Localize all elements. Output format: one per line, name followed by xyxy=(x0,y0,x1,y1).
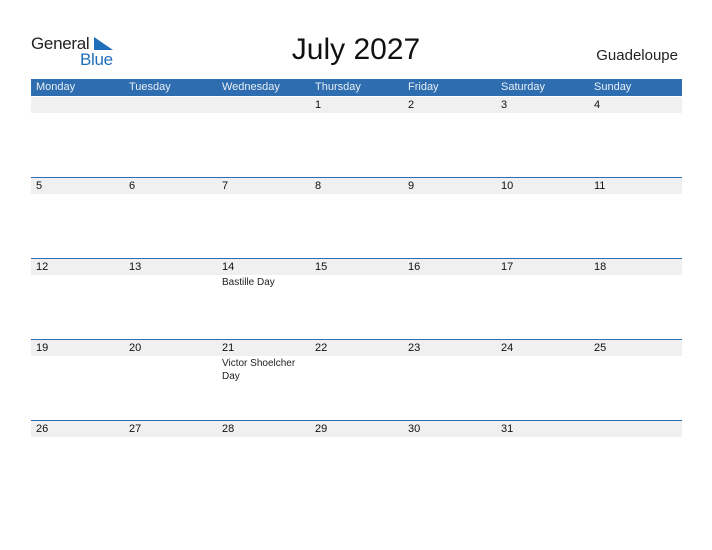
holiday-label xyxy=(217,113,310,114)
day-number: 6 xyxy=(129,180,136,192)
week-row: 1 2 3 4 xyxy=(31,97,682,114)
day-number: 11 xyxy=(594,180,606,192)
holiday-label xyxy=(496,194,589,195)
day-number: 17 xyxy=(501,261,514,273)
holiday-label xyxy=(310,194,403,195)
week-row: 19 20 21 22 23 24 25 Victor Shoelcher Day xyxy=(31,339,682,383)
holiday-label xyxy=(31,194,124,195)
holiday-label: Bastille Day xyxy=(222,277,275,288)
week-events xyxy=(31,113,682,114)
day-number xyxy=(124,97,217,113)
day-number: 1 xyxy=(315,99,322,111)
day-number: 23 xyxy=(408,342,421,354)
week-events: Bastille Day xyxy=(31,275,682,289)
weekday-wednesday: Wednesday xyxy=(222,81,280,93)
day-number: 24 xyxy=(501,342,514,354)
day-number: 14 xyxy=(222,261,235,273)
week-date-bar: 5 6 7 8 9 10 11 xyxy=(31,177,682,194)
day-number xyxy=(31,97,124,113)
week-row: 5 6 7 8 9 10 11 xyxy=(31,177,682,195)
day-number: 30 xyxy=(408,423,421,435)
weekday-saturday: Saturday xyxy=(501,81,546,93)
holiday-label xyxy=(310,356,403,383)
day-number: 13 xyxy=(129,261,142,273)
day-number: 22 xyxy=(315,342,328,354)
holiday-label xyxy=(31,275,124,289)
holiday-label xyxy=(589,437,682,438)
week-row: 12 13 14 15 16 17 18 Bastille Day xyxy=(31,258,682,289)
holiday-label xyxy=(31,356,124,383)
holiday-label xyxy=(310,113,403,114)
holiday-label xyxy=(124,194,217,195)
day-number: 19 xyxy=(36,342,49,354)
day-number: 15 xyxy=(315,261,328,273)
holiday-label xyxy=(124,356,217,383)
weekday-friday: Friday xyxy=(408,81,439,93)
day-number: 12 xyxy=(36,261,49,273)
day-number: 2 xyxy=(408,99,415,111)
holiday-label xyxy=(31,437,124,438)
holiday-label xyxy=(310,275,403,289)
week-date-bar: 1 2 3 4 xyxy=(31,97,682,113)
country-label: Guadeloupe xyxy=(596,47,678,64)
week-date-bar: 26 27 28 29 30 31 xyxy=(31,420,682,437)
holiday-label xyxy=(403,194,496,195)
holiday-label xyxy=(31,113,124,114)
day-number: 25 xyxy=(594,342,607,354)
day-number: 31 xyxy=(501,423,514,435)
holiday-label xyxy=(124,437,217,438)
weekday-monday: Monday xyxy=(36,81,76,93)
holiday-label xyxy=(403,437,496,438)
day-number: 3 xyxy=(501,99,508,111)
weekday-thursday: Thursday xyxy=(315,81,361,93)
day-number: 18 xyxy=(594,261,607,273)
weekday-header: Monday Tuesday Wednesday Thursday Friday… xyxy=(31,79,682,96)
day-number: 7 xyxy=(222,180,229,192)
holiday-label: Victor Shoelcher Day xyxy=(222,358,296,382)
holiday-label xyxy=(403,356,496,383)
holiday-label xyxy=(589,356,682,383)
holiday-label xyxy=(589,113,682,114)
holiday-label xyxy=(403,275,496,289)
week-events xyxy=(31,194,682,195)
day-number xyxy=(589,421,682,437)
week-events xyxy=(31,437,682,438)
holiday-label xyxy=(124,113,217,114)
holiday-label xyxy=(403,113,496,114)
day-number: 29 xyxy=(315,423,328,435)
holiday-label xyxy=(217,194,310,195)
day-number: 20 xyxy=(129,342,142,354)
holiday-label xyxy=(310,437,403,438)
holiday-label xyxy=(496,275,589,289)
week-date-bar: 19 20 21 22 23 24 25 xyxy=(31,339,682,356)
weekday-tuesday: Tuesday xyxy=(129,81,171,93)
day-number: 27 xyxy=(129,423,142,435)
day-number: 4 xyxy=(594,99,601,111)
holiday-label xyxy=(589,194,682,195)
week-row: 26 27 28 29 30 31 xyxy=(31,420,682,438)
day-number: 26 xyxy=(36,423,49,435)
holiday-label xyxy=(496,113,589,114)
day-number: 10 xyxy=(501,180,514,192)
day-number: 8 xyxy=(315,180,322,192)
week-date-bar: 12 13 14 15 16 17 18 xyxy=(31,258,682,275)
weekday-sunday: Sunday xyxy=(594,81,632,93)
day-number: 9 xyxy=(408,180,415,192)
holiday-label xyxy=(496,437,589,438)
day-number: 28 xyxy=(222,423,235,435)
day-number: 16 xyxy=(408,261,421,273)
holiday-label xyxy=(496,356,589,383)
holiday-label xyxy=(589,275,682,289)
day-number: 5 xyxy=(36,180,43,192)
day-number: 21 xyxy=(222,342,235,354)
week-events: Victor Shoelcher Day xyxy=(31,356,682,383)
holiday-label xyxy=(124,275,217,289)
holiday-label xyxy=(217,437,310,438)
day-number xyxy=(217,97,310,113)
